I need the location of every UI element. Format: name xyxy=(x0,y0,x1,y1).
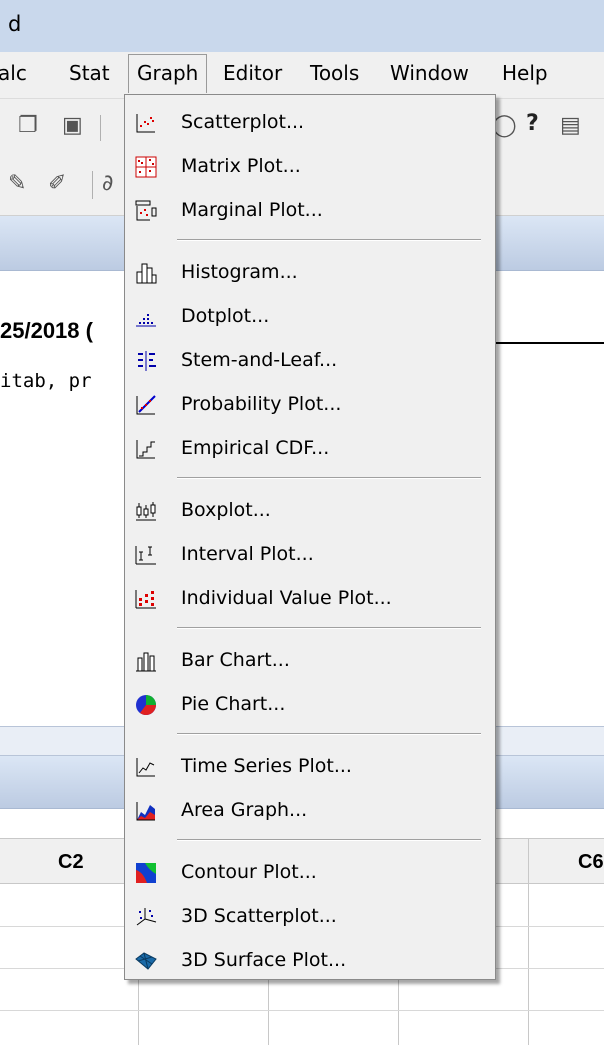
title-bar: d xyxy=(0,0,604,52)
copy-icon[interactable]: ❐ xyxy=(18,113,38,138)
menu-bar: alc Stat Graph Editor Tools Window Help xyxy=(0,52,604,99)
session-date-header: 25/2018 ( xyxy=(0,318,93,343)
time-series-plot-icon xyxy=(136,758,155,777)
menu-item-scatterplot[interactable]: Scatterplot... xyxy=(125,103,495,143)
menu-separator xyxy=(177,627,481,629)
menu-item-pie-chart[interactable]: Pie Chart... xyxy=(125,685,495,725)
menu-item-label: Bar Chart... xyxy=(181,649,290,671)
menu-stat[interactable]: Stat xyxy=(69,61,110,85)
menu-item-label: Contour Plot... xyxy=(181,861,317,883)
menu-item-bar-chart[interactable]: Bar Chart... xyxy=(125,641,495,681)
menu-graph[interactable]: Graph xyxy=(128,54,208,93)
menu-item-matrix-plot[interactable]: Matrix Plot... xyxy=(125,147,495,187)
brush-icon[interactable]: ✎ xyxy=(8,171,26,196)
menu-item-label: Marginal Plot... xyxy=(181,199,323,221)
help-question-icon[interactable]: ? xyxy=(526,111,539,136)
probability-plot-icon xyxy=(136,395,156,415)
annotation-icon[interactable]: ∂ xyxy=(102,171,113,196)
menu-item-3d-surface-plot[interactable]: 3D Surface Plot... xyxy=(125,941,495,981)
paste-icon[interactable]: ▣ xyxy=(62,113,83,138)
toolbar-divider xyxy=(100,115,101,141)
column-header-c6[interactable]: C6 xyxy=(578,851,604,874)
set-id-icon[interactable]: ✐ xyxy=(48,171,66,196)
boxplot-icon xyxy=(136,502,156,521)
menu-item-label: Area Graph... xyxy=(181,799,308,821)
menu-calc[interactable]: alc xyxy=(0,61,27,85)
sum-icon[interactable]: ▤ xyxy=(560,113,581,138)
menu-item-interval-plot[interactable]: Interval Plot... xyxy=(125,535,495,575)
menu-item-label: 3D Scatterplot... xyxy=(181,905,337,927)
toolbar-divider xyxy=(92,171,93,199)
menu-item-label: Empirical CDF... xyxy=(181,437,330,459)
menu-window[interactable]: Window xyxy=(390,61,469,85)
empirical-cdf-icon xyxy=(136,440,155,459)
menu-item-label: Interval Plot... xyxy=(181,543,314,565)
menu-separator xyxy=(177,477,481,479)
menu-item-contour-plot[interactable]: Contour Plot... xyxy=(125,853,495,893)
menu-item-label: Dotplot... xyxy=(181,305,270,327)
menu-item-label: Histogram... xyxy=(181,261,298,283)
menu-separator xyxy=(177,839,481,841)
grid-line xyxy=(528,838,529,1045)
menu-item-probability-plot[interactable]: Probability Plot... xyxy=(125,385,495,425)
menu-item-label: Matrix Plot... xyxy=(181,155,301,177)
menu-item-label: Stem-and-Leaf... xyxy=(181,349,338,371)
bar-chart-icon xyxy=(136,652,156,672)
menu-item-label: Scatterplot... xyxy=(181,111,305,133)
session-text: itab, pr xyxy=(0,370,92,392)
menu-separator xyxy=(177,733,481,735)
menu-help[interactable]: Help xyxy=(502,61,548,85)
menu-item-dotplot[interactable]: Dotplot... xyxy=(125,297,495,337)
menu-separator xyxy=(177,239,481,241)
pie-chart-icon xyxy=(136,695,156,715)
menu-item-area-graph[interactable]: Area Graph... xyxy=(125,791,495,831)
menu-item-boxplot[interactable]: Boxplot... xyxy=(125,491,495,531)
marginal-plot-icon xyxy=(135,200,157,221)
menu-item-time-series-plot[interactable]: Time Series Plot... xyxy=(125,747,495,787)
area-graph-icon xyxy=(136,802,155,821)
stem-and-leaf-icon xyxy=(138,351,156,371)
menu-tools[interactable]: Tools xyxy=(310,61,359,85)
menu-item-label: Time Series Plot... xyxy=(181,755,352,777)
3d-scatterplot-icon xyxy=(136,908,157,926)
graph-menu-dropdown: Scatterplot... Matrix Plot... Marginal P… xyxy=(124,94,496,980)
histogram-icon xyxy=(136,263,157,284)
menu-item-3d-scatterplot[interactable]: 3D Scatterplot... xyxy=(125,897,495,937)
window-title: d xyxy=(8,12,22,36)
menu-item-label: Boxplot... xyxy=(181,499,271,521)
menu-editor[interactable]: Editor xyxy=(223,61,282,85)
3d-surface-plot-icon xyxy=(135,952,157,970)
dotplot-icon xyxy=(136,314,156,327)
menu-item-histogram[interactable]: Histogram... xyxy=(125,253,495,293)
menu-item-label: Pie Chart... xyxy=(181,693,286,715)
individual-value-plot-icon xyxy=(135,590,156,609)
grid-line xyxy=(0,1010,604,1011)
menu-item-label: 3D Surface Plot... xyxy=(181,949,347,971)
menu-item-label: Individual Value Plot... xyxy=(181,587,392,609)
scatterplot-icon xyxy=(136,114,155,133)
menu-item-label: Probability Plot... xyxy=(181,393,342,415)
matrix-plot-icon xyxy=(135,156,157,178)
interval-plot-icon xyxy=(135,546,156,565)
menu-item-marginal-plot[interactable]: Marginal Plot... xyxy=(125,191,495,231)
column-header-c2[interactable]: C2 xyxy=(58,851,84,874)
contour-plot-icon xyxy=(136,863,156,883)
menu-item-individual-value-plot[interactable]: Individual Value Plot... xyxy=(125,579,495,619)
menu-item-empirical-cdf[interactable]: Empirical CDF... xyxy=(125,429,495,469)
menu-item-stem-and-leaf[interactable]: Stem-and-Leaf... xyxy=(125,341,495,381)
